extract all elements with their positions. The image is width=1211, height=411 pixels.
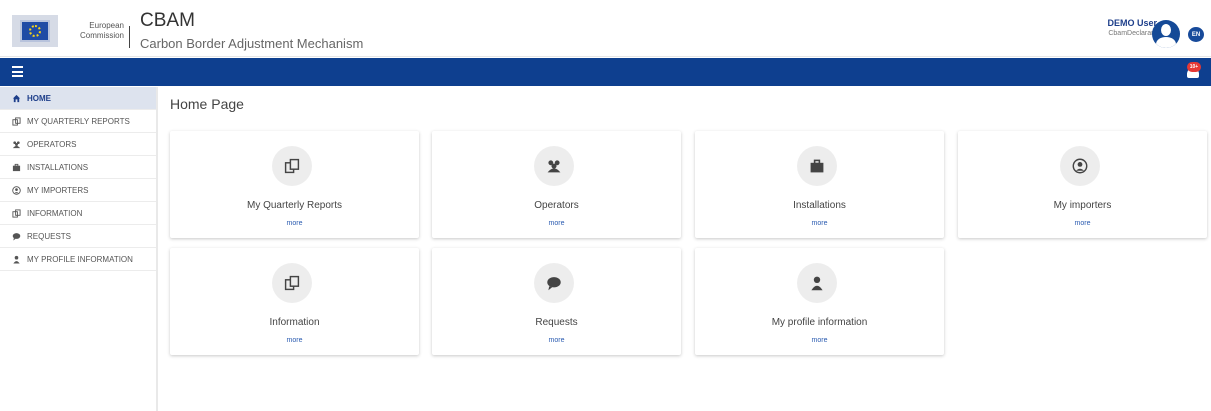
- user-role: CbamDeclarant: [1108, 30, 1157, 37]
- sidebar-item-information[interactable]: INFORMATION: [0, 202, 156, 225]
- language-selector[interactable]: EN: [1188, 27, 1204, 42]
- comment-icon: [12, 232, 21, 241]
- avatar[interactable]: [1152, 20, 1180, 48]
- menu-icon[interactable]: [12, 66, 23, 77]
- sidebar-item-operators[interactable]: OPERATORS: [0, 133, 156, 156]
- more-link[interactable]: more: [432, 337, 681, 344]
- sidebar-item-label: HOME: [27, 93, 51, 103]
- card-label: Requests: [535, 317, 578, 328]
- app-subtitle: Carbon Border Adjustment Mechanism: [140, 36, 364, 51]
- card-label: Installations: [793, 200, 846, 211]
- sidebar-item-installations[interactable]: INSTALLATIONS: [0, 156, 156, 179]
- sidebar-item-label: REQUESTS: [27, 231, 72, 241]
- copy-icon: [272, 263, 312, 303]
- ec-logo-line2: Commission: [79, 31, 124, 40]
- more-link[interactable]: more: [432, 220, 681, 227]
- users-icon: [12, 140, 21, 149]
- sidebar: HOME MY QUARTERLY REPORTS OPERATORS INST…: [0, 87, 158, 411]
- card-my-profile-information[interactable]: My profile information more: [695, 248, 944, 355]
- briefcase-icon: [12, 163, 21, 172]
- user-circle-icon: [12, 185, 21, 195]
- card-my-importers[interactable]: My importers more: [958, 131, 1207, 238]
- sidebar-item-my-importers[interactable]: MY IMPORTERS: [0, 179, 156, 202]
- top-navbar: 10+: [0, 58, 1211, 86]
- card-label: My profile information: [771, 317, 868, 328]
- copy-icon: [272, 146, 312, 186]
- app-title: CBAM: [140, 10, 195, 31]
- page-title: Home Page: [170, 96, 244, 112]
- sidebar-item-label: INFORMATION: [27, 208, 83, 218]
- sidebar-item-label: MY IMPORTERS: [27, 185, 89, 195]
- notifications-bell-icon[interactable]: 10+: [1186, 62, 1201, 81]
- app-header: European Commission CBAM Carbon Border A…: [0, 0, 1211, 57]
- briefcase-icon: [797, 146, 837, 186]
- copy-icon: [12, 116, 21, 126]
- sidebar-item-my-profile-information[interactable]: MY PROFILE INFORMATION: [0, 248, 156, 271]
- sidebar-item-label: OPERATORS: [27, 139, 77, 149]
- more-link[interactable]: more: [695, 220, 944, 227]
- more-link[interactable]: more: [958, 220, 1207, 227]
- card-my-quarterly-reports[interactable]: My Quarterly Reports more: [170, 131, 419, 238]
- card-label: Information: [269, 317, 320, 328]
- sidebar-item-label: MY PROFILE INFORMATION: [27, 254, 133, 264]
- sidebar-item-requests[interactable]: REQUESTS: [0, 225, 156, 248]
- card-requests[interactable]: Requests more: [432, 248, 681, 355]
- more-link[interactable]: more: [170, 337, 419, 344]
- sidebar-item-home[interactable]: HOME: [0, 87, 156, 110]
- card-label: My importers: [1053, 200, 1112, 211]
- more-link[interactable]: more: [695, 337, 944, 344]
- ec-logo-line1: European: [89, 21, 124, 30]
- european-commission-logo[interactable]: European Commission: [12, 14, 124, 48]
- sidebar-item-my-quarterly-reports[interactable]: MY QUARTERLY REPORTS: [0, 110, 156, 133]
- user-icon: [12, 255, 21, 264]
- sidebar-item-label: INSTALLATIONS: [27, 162, 89, 172]
- notification-badge: 10+: [1187, 62, 1201, 72]
- card-information[interactable]: Information more: [170, 248, 419, 355]
- more-link[interactable]: more: [170, 220, 419, 227]
- card-installations[interactable]: Installations more: [695, 131, 944, 238]
- copy-icon: [12, 208, 21, 218]
- user-icon: [797, 263, 837, 303]
- comment-icon: [534, 263, 574, 303]
- users-icon: [534, 146, 574, 186]
- user-name: DEMO User: [1107, 18, 1157, 28]
- eu-flag-icon: [12, 15, 58, 47]
- home-icon: [12, 94, 21, 103]
- user-circle-icon: [1060, 146, 1100, 186]
- card-operators[interactable]: Operators more: [432, 131, 681, 238]
- card-label: Operators: [534, 200, 579, 211]
- sidebar-item-label: MY QUARTERLY REPORTS: [27, 116, 130, 126]
- header-divider: [129, 26, 130, 48]
- user-info[interactable]: DEMO User CbamDeclarant: [1107, 18, 1157, 37]
- card-label: My Quarterly Reports: [246, 200, 343, 211]
